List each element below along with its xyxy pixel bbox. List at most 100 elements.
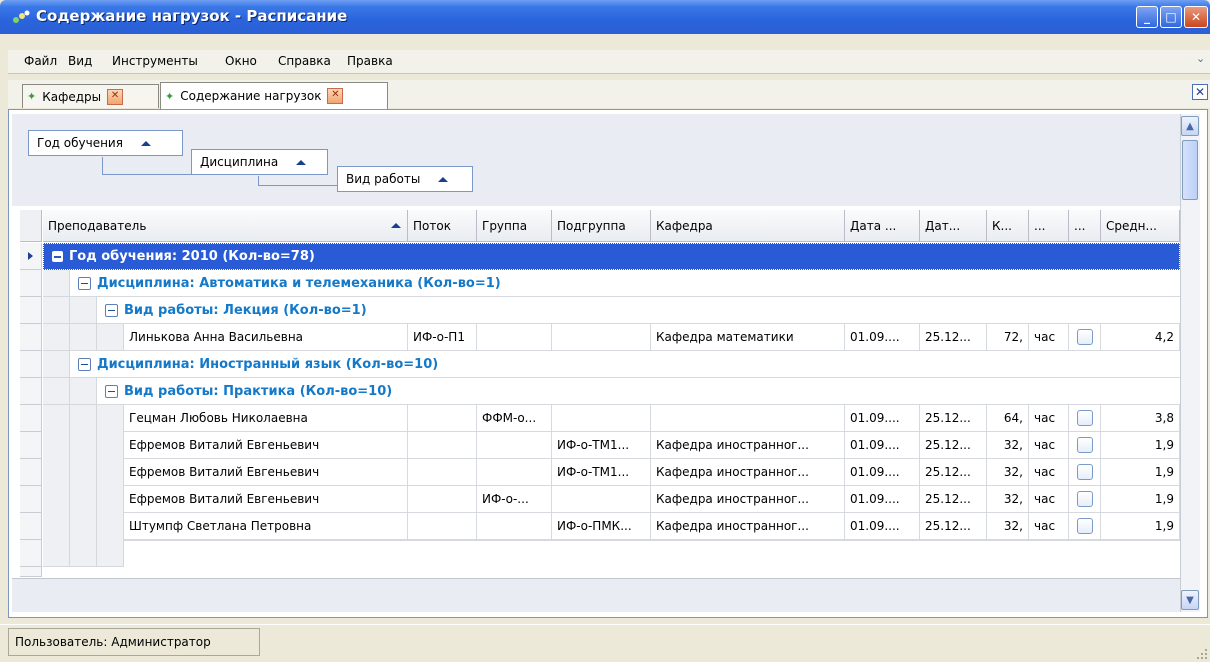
menu-tools[interactable]: Инструменты [112, 54, 198, 68]
group-label: Дисциплина [200, 155, 279, 169]
grid-footer [12, 578, 1180, 612]
group-year-button[interactable]: Год обучения [28, 130, 183, 156]
window-title: Содержание нагрузок - Расписание [36, 7, 348, 25]
average-cell: 3,8 [1101, 405, 1180, 432]
collapse-icon[interactable] [78, 276, 91, 290]
table-row[interactable]: Гецман Любовь Николаевна ФФМ-о... 01.09.… [124, 405, 1180, 432]
col-date-start-header[interactable]: Дата ... [845, 210, 920, 242]
indent-cell [43, 324, 70, 351]
collapse-icon[interactable] [105, 303, 118, 317]
maximize-button[interactable]: □ [1160, 6, 1182, 28]
row-indicator[interactable] [20, 567, 42, 577]
tab-dot-icon: ✦ [165, 89, 175, 103]
group-row-worktype[interactable]: Вид работы: Лекция (Кол-во=1) [97, 297, 1180, 324]
tab-close-icon[interactable]: ✕ [107, 88, 124, 105]
table-row[interactable]: Линькова Анна Васильевна ИФ-о-П1 Кафедра… [124, 324, 1180, 351]
group-discipline-button[interactable]: Дисциплина [191, 149, 328, 175]
row-indicator-current[interactable] [20, 243, 42, 270]
table-row[interactable]: Ефремов Виталий Евгеньевич ИФ-о-ТМ1... К… [124, 432, 1180, 459]
row-indicator[interactable] [20, 270, 42, 297]
row-indicator[interactable] [20, 513, 42, 540]
checkbox[interactable] [1076, 410, 1093, 426]
scrollbar-thumb[interactable] [1182, 140, 1198, 200]
row-indicator[interactable] [20, 378, 42, 405]
menu-view[interactable]: Вид [68, 54, 92, 68]
menu-file[interactable]: Файл [24, 54, 57, 68]
tab-departments[interactable]: ✦ Кафедры ✕ [22, 84, 159, 108]
count-cell: 72, [987, 324, 1029, 351]
date-end-cell: 25.12... [920, 432, 987, 459]
col-unit-header[interactable]: ... [1029, 210, 1069, 242]
group-row-year[interactable]: Год обучения: 2010 (Кол-во=78) [43, 243, 1180, 270]
stream-cell [408, 405, 477, 432]
group-row-label: Год обучения: 2010 (Кол-во=78) [69, 249, 315, 264]
close-document-icon[interactable]: ✕ [1192, 84, 1208, 100]
average-cell: 1,9 [1101, 486, 1180, 513]
row-indicator[interactable] [20, 405, 42, 432]
close-button[interactable]: ✕ [1184, 6, 1208, 28]
sort-asc-icon [140, 140, 151, 146]
col-teacher-header[interactable]: Преподаватель [43, 210, 408, 242]
date-end-cell: 25.12... [920, 513, 987, 540]
col-count-header[interactable]: К... [987, 210, 1029, 242]
col-date-end-header[interactable]: Дат... [920, 210, 987, 242]
col-group-header[interactable]: Группа [477, 210, 552, 242]
stream-cell [408, 513, 477, 540]
stream-cell [408, 432, 477, 459]
collapse-icon[interactable] [105, 384, 118, 398]
collapse-icon[interactable] [52, 251, 63, 262]
count-cell: 64, [987, 405, 1029, 432]
col-average-header[interactable]: Средн... [1101, 210, 1180, 242]
checkbox[interactable] [1076, 329, 1093, 345]
tab-load-content[interactable]: ✦ Содержание нагрузок ✕ [160, 82, 388, 109]
unit-cell: час [1029, 405, 1069, 432]
date-start-cell: 01.09.... [845, 459, 920, 486]
row-indicator[interactable] [20, 486, 42, 513]
checkbox[interactable] [1076, 491, 1093, 507]
unit-cell: час [1029, 513, 1069, 540]
checkbox[interactable] [1076, 437, 1093, 453]
subgroup-cell [552, 486, 651, 513]
app-icon [13, 10, 30, 23]
status-user: Пользователь: Администратор [8, 628, 260, 656]
resize-grip-icon[interactable] [1196, 648, 1208, 660]
row-indicator[interactable] [20, 324, 42, 351]
col-stream-header[interactable]: Поток [408, 210, 477, 242]
scroll-down-icon[interactable]: ▼ [1181, 590, 1199, 610]
menu-edit[interactable]: Правка [347, 54, 393, 68]
menu-help[interactable]: Справка [278, 54, 331, 68]
col-department-header[interactable]: Кафедра [651, 210, 845, 242]
tab-close-icon[interactable]: ✕ [327, 88, 344, 104]
col-subgroup-header[interactable]: Подгруппа [552, 210, 651, 242]
group-row-worktype[interactable]: Вид работы: Практика (Кол-во=10) [97, 378, 1180, 405]
tab-label: Содержание нагрузок [180, 89, 322, 103]
group-cell: ФФМ-о... [477, 405, 552, 432]
row-indicator[interactable] [20, 432, 42, 459]
row-indicator[interactable] [20, 297, 42, 324]
collapse-icon[interactable] [78, 357, 91, 371]
department-cell: Кафедра иностранног... [651, 513, 845, 540]
menu-overflow-chevron-icon[interactable]: ⌄ [1196, 52, 1210, 72]
row-indicator[interactable] [20, 459, 42, 486]
table-row[interactable]: Ефремов Виталий Евгеньевич ИФ-о-... Кафе… [124, 486, 1180, 513]
checkbox[interactable] [1076, 518, 1093, 534]
table-row[interactable]: Ефремов Виталий Евгеньевич ИФ-о-ТМ1... К… [124, 459, 1180, 486]
sort-asc-icon [438, 176, 449, 182]
subgroup-cell [552, 324, 651, 351]
checkbox[interactable] [1076, 464, 1093, 480]
col-flag-header[interactable]: ... [1069, 210, 1101, 242]
unit-cell: час [1029, 459, 1069, 486]
table-row[interactable]: Штумпф Светлана Петровна ИФ-о-ПМК... Каф… [124, 513, 1180, 540]
menu-window[interactable]: Окно [225, 54, 257, 68]
department-cell: Кафедра иностранног... [651, 486, 845, 513]
row-indicator[interactable] [20, 351, 42, 378]
row-indicator[interactable] [20, 540, 42, 567]
indent-cell [70, 378, 97, 405]
group-row-discipline[interactable]: Дисциплина: Автоматика и телемеханика (К… [70, 270, 1180, 297]
group-worktype-button[interactable]: Вид работы [337, 166, 473, 192]
scroll-up-icon[interactable]: ▲ [1181, 116, 1199, 136]
group-cell [477, 324, 552, 351]
group-row-discipline[interactable]: Дисциплина: Иностранный язык (Кол-во=10) [70, 351, 1180, 378]
group-label: Вид работы [346, 172, 421, 186]
minimize-button[interactable]: _ [1136, 6, 1158, 28]
